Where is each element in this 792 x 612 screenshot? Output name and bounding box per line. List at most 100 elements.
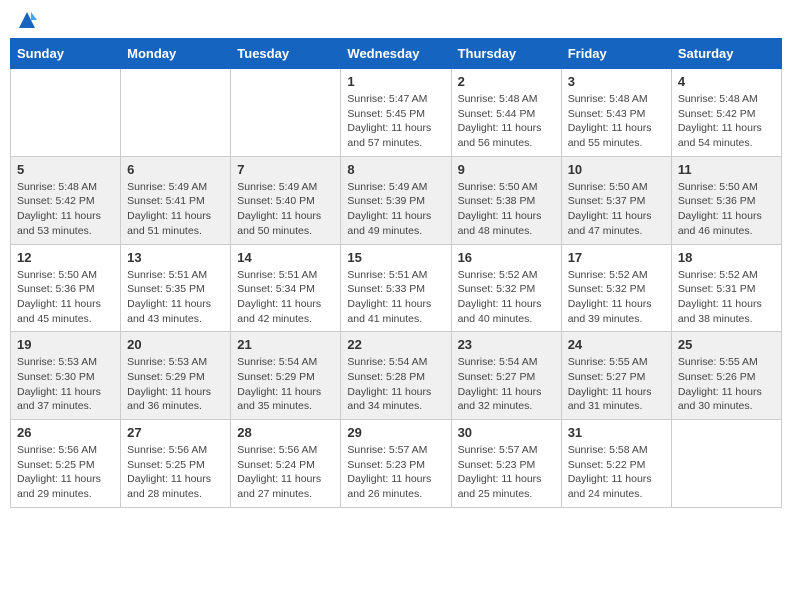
day-number: 22 <box>347 337 444 352</box>
day-number: 2 <box>458 74 555 89</box>
day-info: Sunrise: 5:54 AM Sunset: 5:28 PM Dayligh… <box>347 355 444 414</box>
calendar-cell: 8 Sunrise: 5:49 AM Sunset: 5:39 PM Daylig… <box>341 156 451 244</box>
day-header-saturday: Saturday <box>671 39 781 69</box>
calendar-cell: 13 Sunrise: 5:51 AM Sunset: 5:35 PM Dayli… <box>121 244 231 332</box>
day-number: 30 <box>458 425 555 440</box>
days-header-row: SundayMondayTuesdayWednesdayThursdayFrid… <box>11 39 782 69</box>
day-info: Sunrise: 5:50 AM Sunset: 5:37 PM Dayligh… <box>568 180 665 239</box>
day-info: Sunrise: 5:49 AM Sunset: 5:39 PM Dayligh… <box>347 180 444 239</box>
day-number: 7 <box>237 162 334 177</box>
calendar-cell: 1 Sunrise: 5:47 AM Sunset: 5:45 PM Daylig… <box>341 69 451 157</box>
day-number: 15 <box>347 250 444 265</box>
calendar-cell: 12 Sunrise: 5:50 AM Sunset: 5:36 PM Dayli… <box>11 244 121 332</box>
logo <box>15 10 37 30</box>
day-header-friday: Friday <box>561 39 671 69</box>
week-row-5: 26 Sunrise: 5:56 AM Sunset: 5:25 PM Dayli… <box>11 420 782 508</box>
day-info: Sunrise: 5:48 AM Sunset: 5:42 PM Dayligh… <box>17 180 114 239</box>
calendar-cell: 5 Sunrise: 5:48 AM Sunset: 5:42 PM Daylig… <box>11 156 121 244</box>
day-info: Sunrise: 5:56 AM Sunset: 5:25 PM Dayligh… <box>17 443 114 502</box>
day-info: Sunrise: 5:49 AM Sunset: 5:41 PM Dayligh… <box>127 180 224 239</box>
week-row-3: 12 Sunrise: 5:50 AM Sunset: 5:36 PM Dayli… <box>11 244 782 332</box>
day-number: 10 <box>568 162 665 177</box>
day-info: Sunrise: 5:51 AM Sunset: 5:33 PM Dayligh… <box>347 268 444 327</box>
calendar-cell: 22 Sunrise: 5:54 AM Sunset: 5:28 PM Dayli… <box>341 332 451 420</box>
day-number: 27 <box>127 425 224 440</box>
day-info: Sunrise: 5:57 AM Sunset: 5:23 PM Dayligh… <box>458 443 555 502</box>
calendar-cell: 31 Sunrise: 5:58 AM Sunset: 5:22 PM Dayli… <box>561 420 671 508</box>
day-number: 1 <box>347 74 444 89</box>
day-number: 9 <box>458 162 555 177</box>
week-row-1: 1 Sunrise: 5:47 AM Sunset: 5:45 PM Daylig… <box>11 69 782 157</box>
day-info: Sunrise: 5:48 AM Sunset: 5:42 PM Dayligh… <box>678 92 775 151</box>
calendar-cell: 30 Sunrise: 5:57 AM Sunset: 5:23 PM Dayli… <box>451 420 561 508</box>
day-number: 13 <box>127 250 224 265</box>
day-info: Sunrise: 5:55 AM Sunset: 5:27 PM Dayligh… <box>568 355 665 414</box>
day-info: Sunrise: 5:54 AM Sunset: 5:29 PM Dayligh… <box>237 355 334 414</box>
day-info: Sunrise: 5:56 AM Sunset: 5:24 PM Dayligh… <box>237 443 334 502</box>
week-row-4: 19 Sunrise: 5:53 AM Sunset: 5:30 PM Dayli… <box>11 332 782 420</box>
calendar-cell: 16Sunrise: 5:52 AM Sunset: 5:32 PM Dayli… <box>451 244 561 332</box>
day-number: 16 <box>458 250 555 265</box>
calendar-cell <box>121 69 231 157</box>
day-info: Sunrise: 5:49 AM Sunset: 5:40 PM Dayligh… <box>237 180 334 239</box>
day-info: Sunrise: 5:50 AM Sunset: 5:38 PM Dayligh… <box>458 180 555 239</box>
day-info: Sunrise: 5:55 AM Sunset: 5:26 PM Dayligh… <box>678 355 775 414</box>
day-number: 8 <box>347 162 444 177</box>
calendar-table: SundayMondayTuesdayWednesdayThursdayFrid… <box>10 38 782 508</box>
day-number: 24 <box>568 337 665 352</box>
day-number: 11 <box>678 162 775 177</box>
day-number: 28 <box>237 425 334 440</box>
day-number: 23 <box>458 337 555 352</box>
day-number: 17 <box>568 250 665 265</box>
day-number: 12 <box>17 250 114 265</box>
day-info: Sunrise: 5:51 AM Sunset: 5:35 PM Dayligh… <box>127 268 224 327</box>
day-info: Sunrise: 5:51 AM Sunset: 5:34 PM Dayligh… <box>237 268 334 327</box>
day-number: 18 <box>678 250 775 265</box>
calendar-cell: 14 Sunrise: 5:51 AM Sunset: 5:34 PM Dayli… <box>231 244 341 332</box>
calendar-cell: 11Sunrise: 5:50 AM Sunset: 5:36 PM Dayli… <box>671 156 781 244</box>
calendar-cell: 3 Sunrise: 5:48 AM Sunset: 5:43 PM Daylig… <box>561 69 671 157</box>
calendar-cell: 9 Sunrise: 5:50 AM Sunset: 5:38 PM Daylig… <box>451 156 561 244</box>
day-info: Sunrise: 5:50 AM Sunset: 5:36 PM Dayligh… <box>17 268 114 327</box>
calendar-cell: 25 Sunrise: 5:55 AM Sunset: 5:26 PM Dayli… <box>671 332 781 420</box>
day-info: Sunrise: 5:58 AM Sunset: 5:22 PM Dayligh… <box>568 443 665 502</box>
day-info: Sunrise: 5:53 AM Sunset: 5:29 PM Dayligh… <box>127 355 224 414</box>
calendar-cell: 10 Sunrise: 5:50 AM Sunset: 5:37 PM Dayli… <box>561 156 671 244</box>
day-number: 25 <box>678 337 775 352</box>
day-number: 26 <box>17 425 114 440</box>
calendar-cell: 15 Sunrise: 5:51 AM Sunset: 5:33 PM Dayli… <box>341 244 451 332</box>
calendar-cell: 6Sunrise: 5:49 AM Sunset: 5:41 PM Daylig… <box>121 156 231 244</box>
day-header-thursday: Thursday <box>451 39 561 69</box>
calendar-cell: 19 Sunrise: 5:53 AM Sunset: 5:30 PM Dayli… <box>11 332 121 420</box>
calendar-cell: 2Sunrise: 5:48 AM Sunset: 5:44 PM Daylig… <box>451 69 561 157</box>
day-number: 14 <box>237 250 334 265</box>
day-number: 29 <box>347 425 444 440</box>
day-number: 19 <box>17 337 114 352</box>
day-info: Sunrise: 5:53 AM Sunset: 5:30 PM Dayligh… <box>17 355 114 414</box>
day-number: 21 <box>237 337 334 352</box>
day-info: Sunrise: 5:48 AM Sunset: 5:43 PM Dayligh… <box>568 92 665 151</box>
day-number: 4 <box>678 74 775 89</box>
day-header-sunday: Sunday <box>11 39 121 69</box>
calendar-cell: 4 Sunrise: 5:48 AM Sunset: 5:42 PM Daylig… <box>671 69 781 157</box>
day-info: Sunrise: 5:52 AM Sunset: 5:32 PM Dayligh… <box>568 268 665 327</box>
calendar-cell: 17 Sunrise: 5:52 AM Sunset: 5:32 PM Dayli… <box>561 244 671 332</box>
calendar-cell: 18 Sunrise: 5:52 AM Sunset: 5:31 PM Dayli… <box>671 244 781 332</box>
day-number: 3 <box>568 74 665 89</box>
day-number: 5 <box>17 162 114 177</box>
week-row-2: 5 Sunrise: 5:48 AM Sunset: 5:42 PM Daylig… <box>11 156 782 244</box>
day-number: 31 <box>568 425 665 440</box>
calendar-cell: 26 Sunrise: 5:56 AM Sunset: 5:25 PM Dayli… <box>11 420 121 508</box>
day-info: Sunrise: 5:54 AM Sunset: 5:27 PM Dayligh… <box>458 355 555 414</box>
logo-icon <box>17 10 37 30</box>
day-header-monday: Monday <box>121 39 231 69</box>
day-info: Sunrise: 5:57 AM Sunset: 5:23 PM Dayligh… <box>347 443 444 502</box>
page-header <box>10 10 782 30</box>
day-info: Sunrise: 5:52 AM Sunset: 5:31 PM Dayligh… <box>678 268 775 327</box>
day-info: Sunrise: 5:47 AM Sunset: 5:45 PM Dayligh… <box>347 92 444 151</box>
calendar-cell: 20Sunrise: 5:53 AM Sunset: 5:29 PM Dayli… <box>121 332 231 420</box>
calendar-cell: 24 Sunrise: 5:55 AM Sunset: 5:27 PM Dayli… <box>561 332 671 420</box>
calendar-cell <box>11 69 121 157</box>
calendar-cell: 29 Sunrise: 5:57 AM Sunset: 5:23 PM Dayli… <box>341 420 451 508</box>
calendar-cell <box>671 420 781 508</box>
